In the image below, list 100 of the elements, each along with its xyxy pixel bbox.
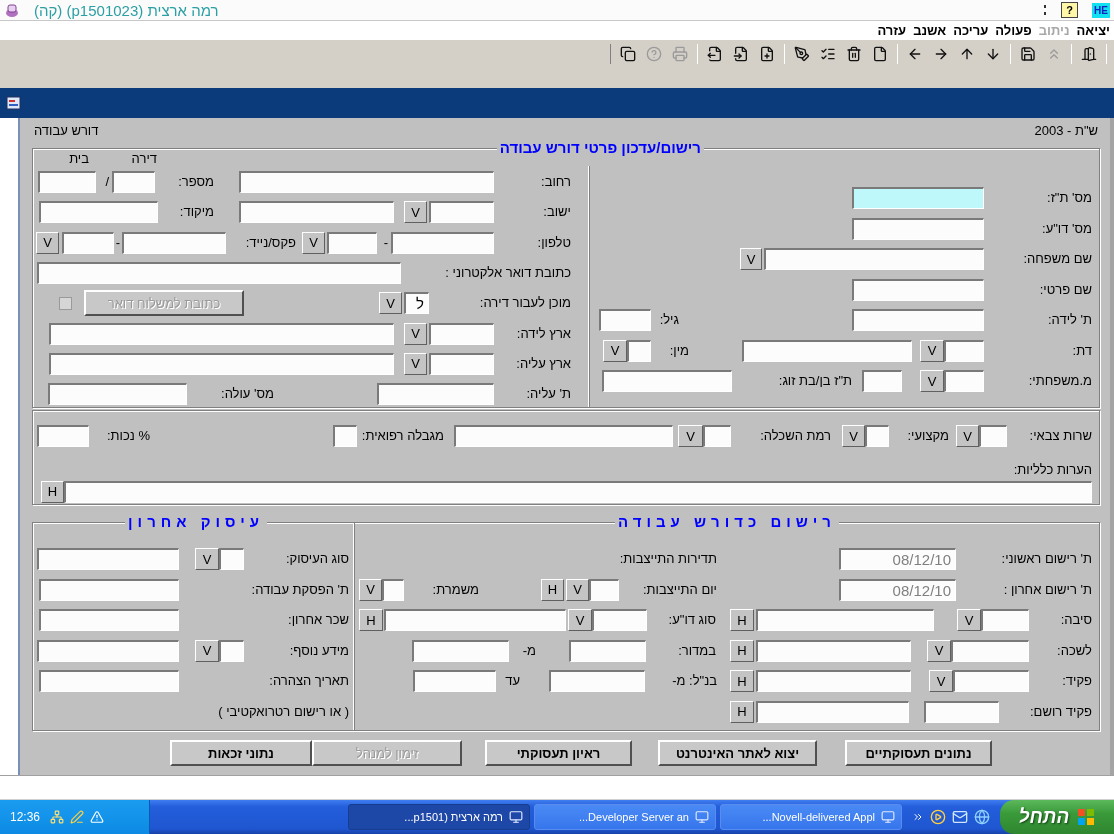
- lookup-button[interactable]: V: [566, 578, 589, 601]
- input-field[interactable]: [429, 352, 494, 375]
- input-field[interactable]: [852, 309, 984, 332]
- input-field[interactable]: [602, 370, 732, 393]
- input-field[interactable]: [703, 425, 731, 447]
- input-field[interactable]: [429, 322, 494, 345]
- input-field[interactable]: [37, 262, 401, 285]
- input-field[interactable]: [951, 639, 1029, 662]
- lookup-button[interactable]: V: [36, 231, 59, 254]
- trash-icon[interactable]: [846, 46, 862, 62]
- input-field[interactable]: [944, 339, 984, 362]
- input-field[interactable]: [852, 217, 984, 240]
- lookup-button[interactable]: V: [404, 352, 427, 375]
- input-field[interactable]: [454, 425, 673, 447]
- menu-item[interactable]: עזרה: [877, 23, 907, 38]
- input-field[interactable]: [382, 578, 404, 601]
- input-field[interactable]: [377, 383, 494, 406]
- input-field[interactable]: [764, 248, 984, 271]
- lookup-button[interactable]: V: [740, 248, 762, 271]
- input-field[interactable]: [39, 201, 158, 224]
- input-field[interactable]: [37, 639, 179, 662]
- lookup-button[interactable]: V: [842, 425, 865, 447]
- lookup-button[interactable]: V: [195, 548, 219, 571]
- lookup-button[interactable]: V: [957, 609, 981, 632]
- input-field[interactable]: [112, 171, 155, 194]
- arrow-down-icon[interactable]: [985, 46, 1001, 62]
- input-field[interactable]: [944, 370, 984, 393]
- input-field[interactable]: [219, 548, 244, 571]
- input-field[interactable]: [37, 548, 179, 571]
- action-button[interactable]: נתוני זכאות: [170, 740, 312, 766]
- menu-item[interactable]: אשנב: [913, 23, 947, 38]
- input-field[interactable]: [64, 480, 1092, 503]
- lookup-button[interactable]: V: [404, 322, 427, 345]
- input-field[interactable]: [569, 639, 646, 662]
- input-field[interactable]: [953, 670, 1029, 693]
- file-input-icon[interactable]: [733, 46, 749, 62]
- pen-icon[interactable]: [794, 46, 810, 62]
- globe-icon[interactable]: [974, 809, 990, 825]
- menu-item[interactable]: יציאה: [1076, 23, 1110, 38]
- input-field[interactable]: [589, 578, 619, 601]
- input-field[interactable]: [62, 231, 114, 254]
- language-indicator[interactable]: HE: [1092, 2, 1110, 18]
- taskbar-button[interactable]: ...Novell-delivered Appl: [720, 804, 902, 830]
- lookup-button[interactable]: H: [730, 670, 754, 693]
- lookup-button[interactable]: V: [568, 609, 592, 632]
- warning-icon[interactable]: [90, 810, 105, 824]
- lookup-button[interactable]: V: [195, 639, 219, 662]
- page-icon[interactable]: [872, 46, 888, 62]
- lookup-button[interactable]: H: [730, 609, 754, 632]
- input-field[interactable]: [391, 231, 494, 254]
- input-field[interactable]: [122, 231, 226, 254]
- lookup-button[interactable]: V: [678, 425, 703, 447]
- lookup-button[interactable]: V: [359, 578, 382, 601]
- lookup-button[interactable]: V: [929, 670, 953, 693]
- input-field[interactable]: [429, 201, 494, 224]
- file-output-icon[interactable]: [707, 46, 723, 62]
- menu-item[interactable]: עריכה: [953, 23, 989, 38]
- input-field[interactable]: [979, 425, 1007, 447]
- input-field[interactable]: [39, 578, 179, 601]
- lookup-button[interactable]: V: [302, 231, 325, 254]
- input-field[interactable]: [599, 309, 651, 332]
- arrow-up-icon[interactable]: [959, 46, 975, 62]
- input-field[interactable]: [327, 231, 377, 254]
- input-field[interactable]: [39, 609, 179, 632]
- input-field[interactable]: [742, 339, 912, 362]
- input-field[interactable]: [981, 609, 1029, 632]
- menu-item[interactable]: פעולה: [995, 23, 1032, 38]
- input-field[interactable]: [549, 670, 645, 693]
- lookup-button[interactable]: V: [927, 639, 951, 662]
- input-field[interactable]: [38, 171, 96, 194]
- input-field[interactable]: [239, 171, 494, 194]
- input-field[interactable]: ל: [404, 292, 429, 315]
- checklist-icon[interactable]: [820, 46, 836, 62]
- lookup-button[interactable]: V: [920, 339, 944, 362]
- input-field[interactable]: [865, 425, 889, 447]
- input-field[interactable]: [39, 670, 179, 693]
- lookup-button[interactable]: V: [920, 370, 944, 393]
- input-field[interactable]: [756, 700, 909, 723]
- input-field[interactable]: [862, 370, 902, 393]
- lookup-button[interactable]: V: [404, 201, 427, 224]
- input-field[interactable]: [592, 609, 647, 632]
- input-field[interactable]: [384, 609, 566, 632]
- help-button[interactable]: ?: [1061, 2, 1079, 18]
- input-field[interactable]: [219, 639, 244, 662]
- start-button[interactable]: התחל: [1000, 800, 1114, 834]
- input-field[interactable]: [756, 609, 934, 632]
- lookup-button[interactable]: V: [603, 339, 627, 362]
- input-field[interactable]: [48, 383, 187, 406]
- lookup-button[interactable]: H: [41, 480, 64, 503]
- network-icon[interactable]: [50, 810, 65, 824]
- taskbar-button[interactable]: רמה ארצית (p1501...: [348, 804, 530, 830]
- input-field[interactable]: [412, 639, 509, 662]
- input-field[interactable]: [413, 670, 496, 693]
- file-plus-icon[interactable]: [759, 46, 775, 62]
- lookup-button[interactable]: H: [730, 639, 754, 662]
- play-icon[interactable]: [930, 809, 946, 825]
- input-field[interactable]: [627, 339, 651, 362]
- lookup-button[interactable]: H: [730, 700, 754, 723]
- copy-icon[interactable]: [620, 46, 636, 62]
- mail-icon[interactable]: [952, 809, 968, 825]
